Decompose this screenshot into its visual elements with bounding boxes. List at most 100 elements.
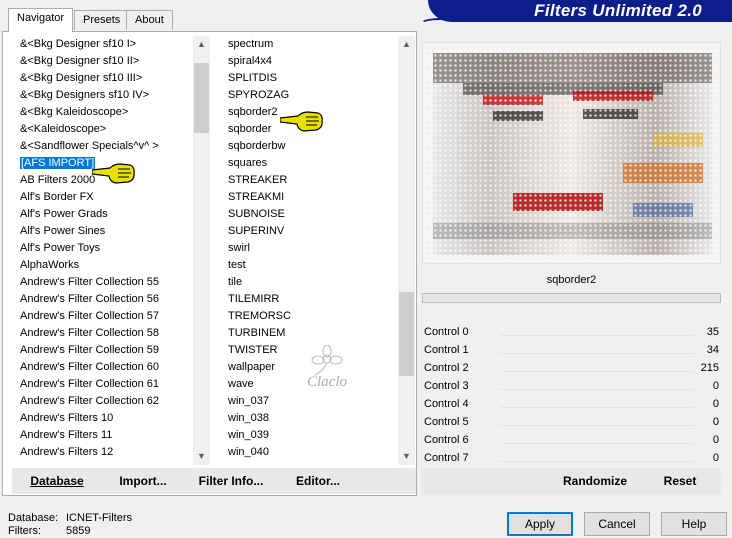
category-item[interactable]: Andrew's Filters 11 <box>18 427 193 444</box>
filter-item[interactable]: win_040 <box>226 444 398 460</box>
filter-item-label: swirl <box>228 242 250 254</box>
preview-dot-overlay <box>423 43 720 263</box>
control-slider-track[interactable] <box>500 461 695 462</box>
import-button[interactable]: Import... <box>112 470 174 492</box>
filter-item-label: SPYROZAG <box>228 89 290 101</box>
filter-item[interactable]: SUPERINV <box>226 223 398 240</box>
category-item-label: &<Sandflower Specials^v^ > <box>20 140 159 152</box>
category-item-label: &<Bkg Designers sf10 IV> <box>20 89 150 101</box>
control-slider-track[interactable] <box>500 335 695 336</box>
control-slider-track[interactable] <box>500 353 695 354</box>
scroll-thumb[interactable] <box>194 63 209 133</box>
category-item[interactable]: Alf's Power Grads <box>18 206 193 223</box>
control-slider-row[interactable]: Control 5 0 <box>422 413 721 431</box>
category-item[interactable]: Andrew's Filter Collection 61 <box>18 376 193 393</box>
category-item[interactable]: &<Bkg Designer sf10 III> <box>18 70 193 87</box>
scroll-down-icon[interactable]: ▼ <box>193 448 210 465</box>
category-item[interactable]: &<Bkg Kaleidoscope> <box>18 104 193 121</box>
control-slider-track[interactable] <box>500 371 695 372</box>
category-item[interactable]: AlphaWorks <box>18 257 193 274</box>
control-slider-track[interactable] <box>500 407 695 408</box>
tab-presets[interactable]: Presets <box>74 10 130 30</box>
category-item-label: [AFS IMPORT] <box>18 156 97 170</box>
control-slider-row[interactable]: Control 7 0 <box>422 449 721 467</box>
category-item[interactable]: Andrew's Filter Collection 56 <box>18 291 193 308</box>
filter-item-label: win_040 <box>228 446 269 458</box>
filter-item[interactable]: swirl <box>226 240 398 257</box>
category-item[interactable]: Alf's Border FX <box>18 189 193 206</box>
scroll-up-icon[interactable]: ▲ <box>398 36 415 53</box>
category-item[interactable]: &<Sandflower Specials^v^ > <box>18 138 193 155</box>
category-item[interactable]: Andrew's Filter Collection 58 <box>18 325 193 342</box>
category-item[interactable]: Andrew's Filter Collection 57 <box>18 308 193 325</box>
filter-item[interactable]: STREAKER <box>226 172 398 189</box>
pointing-hand-icon <box>92 163 135 184</box>
category-item[interactable]: &<Bkg Designers sf10 IV> <box>18 87 193 104</box>
pointing-hand-icon <box>280 111 323 132</box>
filter-item[interactable]: tile <box>226 274 398 291</box>
import-button-label: Import... <box>119 474 167 488</box>
filter-item[interactable]: sqborderbw <box>226 138 398 155</box>
category-item[interactable]: Andrew's Filter Collection 59 <box>18 342 193 359</box>
category-item[interactable]: Andrew's Filters 12 <box>18 444 193 460</box>
editor-button[interactable]: Editor... <box>288 470 348 492</box>
filter-item[interactable]: TREMORSC <box>226 308 398 325</box>
control-label: Control 6 <box>424 434 469 446</box>
filter-item[interactable]: TILEMIRR <box>226 291 398 308</box>
control-slider-row[interactable]: Control 1 34 <box>422 341 721 359</box>
control-slider-track[interactable] <box>500 443 695 444</box>
filter-item[interactable]: win_039 <box>226 427 398 444</box>
filter-item[interactable]: squares <box>226 155 398 172</box>
category-item[interactable]: Andrew's Filter Collection 60 <box>18 359 193 376</box>
filter-item[interactable]: SPYROZAG <box>226 87 398 104</box>
filter-item[interactable]: spectrum <box>226 36 398 53</box>
cancel-button[interactable]: Cancel <box>584 512 650 536</box>
filter-item-label: sqborderbw <box>228 140 286 152</box>
control-slider-row[interactable]: Control 2 215 <box>422 359 721 377</box>
filter-item-label: win_037 <box>228 395 269 407</box>
category-item[interactable]: Alf's Power Sines <box>18 223 193 240</box>
current-filter-name: sqborder2 <box>422 268 721 292</box>
control-slider-row[interactable]: Control 0 35 <box>422 323 721 341</box>
database-button[interactable]: Database <box>22 470 92 492</box>
control-slider-track[interactable] <box>500 389 695 390</box>
filter-item[interactable]: win_038 <box>226 410 398 427</box>
control-slider-row[interactable]: Control 6 0 <box>422 431 721 449</box>
category-item-label: Andrew's Filters 12 <box>20 446 114 458</box>
scroll-down-icon[interactable]: ▼ <box>398 448 415 465</box>
scroll-thumb[interactable] <box>399 292 414 376</box>
category-item[interactable]: &<Bkg Designer sf10 I> <box>18 36 193 53</box>
filter-item-label: TWISTER <box>228 344 278 356</box>
filter-item[interactable]: TURBINEM <box>226 325 398 342</box>
filter-item[interactable]: STREAKMI <box>226 189 398 206</box>
category-list[interactable]: &<Bkg Designer sf10 I> &<Bkg Designer sf1… <box>18 36 193 460</box>
randomize-button[interactable]: Randomize <box>555 470 635 492</box>
help-button[interactable]: Help <box>661 512 727 536</box>
category-item[interactable]: Andrew's Filter Collection 62 <box>18 393 193 410</box>
category-item-label: Andrew's Filters 11 <box>20 429 113 441</box>
tab-presets-label: Presets <box>83 14 121 26</box>
filter-info-button[interactable]: Filter Info... <box>192 470 270 492</box>
control-slider-track[interactable] <box>500 425 695 426</box>
category-item[interactable]: &<Bkg Designer sf10 II> <box>18 53 193 70</box>
control-slider-row[interactable]: Control 4 0 <box>422 395 721 413</box>
tab-about[interactable]: About <box>126 10 173 30</box>
control-slider-row[interactable]: Control 3 0 <box>422 377 721 395</box>
category-list-scrollbar[interactable]: ▲ ▼ <box>193 36 210 465</box>
filter-item[interactable]: SUBNOISE <box>226 206 398 223</box>
tab-about-label: About <box>135 14 164 26</box>
scroll-up-icon[interactable]: ▲ <box>193 36 210 53</box>
category-item[interactable]: Andrew's Filters 10 <box>18 410 193 427</box>
filter-item[interactable]: spiral4x4 <box>226 53 398 70</box>
tab-navigator[interactable]: Navigator <box>8 8 74 32</box>
filter-list-scrollbar[interactable]: ▲ ▼ <box>398 36 415 465</box>
filter-item-label: TREMORSC <box>228 310 291 322</box>
reset-button[interactable]: Reset <box>652 470 708 492</box>
apply-button[interactable]: Apply <box>507 512 573 536</box>
filter-item[interactable]: SPLITDIS <box>226 70 398 87</box>
category-item[interactable]: &<Kaleidoscope> <box>18 121 193 138</box>
filter-item[interactable]: test <box>226 257 398 274</box>
category-item[interactable]: Andrew's Filter Collection 55 <box>18 274 193 291</box>
filters-label: Filters: <box>8 525 41 537</box>
category-item[interactable]: Alf's Power Toys <box>18 240 193 257</box>
